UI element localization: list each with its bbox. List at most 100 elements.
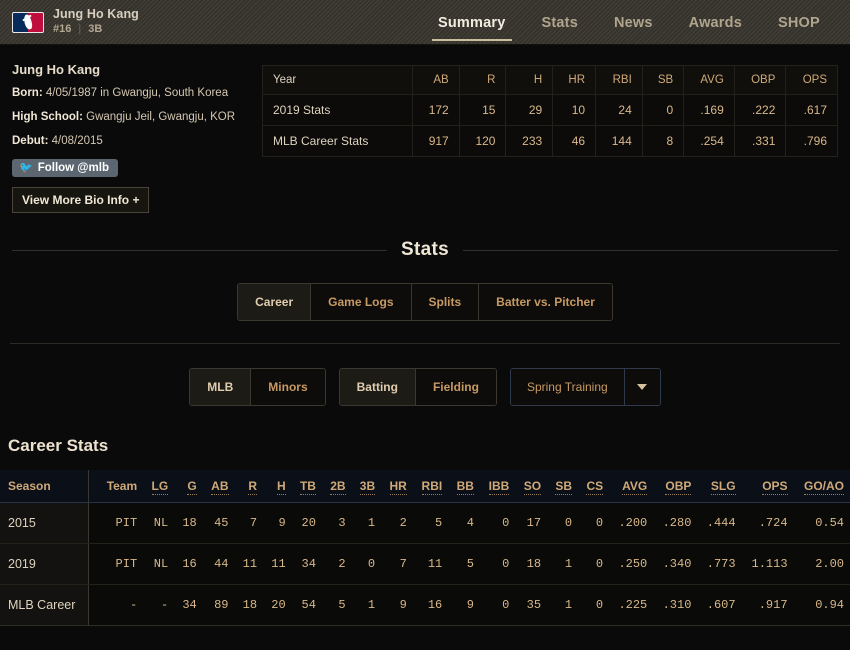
summary-col-rbi: RBI [595,65,643,95]
career-col-season[interactable]: Season [0,470,89,504]
career-col-ab[interactable]: AB [202,470,235,504]
summary-cell: 2019 Stats [262,94,413,126]
summary-cell: 144 [595,125,643,157]
tab-mlb[interactable]: MLB [190,369,252,406]
nav-item-summary[interactable]: Summary [420,0,524,45]
bio-born-value: 4/05/1987 in Gwangju, South Korea [45,87,229,99]
nav-item-stats[interactable]: Stats [524,0,596,45]
summary-table-head: Year AB R H HR RBI SB AVG OBP OPS [262,65,838,95]
mlb-logo-icon[interactable] [12,11,44,33]
summary-cell: 29 [505,94,554,126]
career-cell: 1.113 [741,543,794,586]
career-cell: 3 [321,502,352,545]
summary-cell: .222 [733,94,787,126]
career-cell: 45 [202,502,235,545]
tab-game-logs[interactable]: Game Logs [311,284,412,321]
career-col-slg[interactable]: SLG [697,470,742,504]
player-brand[interactable]: Jung Ho Kang #16 | 3B [0,7,139,37]
chevron-down-icon[interactable] [623,369,660,406]
career-col-rbi[interactable]: RBI [412,470,449,504]
career-cell: 5 [412,502,449,545]
follow-twitter-button[interactable]: 🐦 Follow @mlb [12,159,118,178]
career-col-g[interactable]: G [174,470,203,504]
career-cell: 5 [321,584,352,627]
career-cell: 9 [263,502,292,545]
career-cell: 9 [448,584,480,627]
career-cell: 1 [547,584,579,627]
view-more-bio-button[interactable]: View More Bio Info + [12,187,150,214]
career-cell: 2 [381,502,413,545]
primary-tab-group: Career Game Logs Splits Batter vs. Pitch… [237,283,613,322]
career-col-3b[interactable]: 3B [351,470,382,504]
bio-summary-section: Jung Ho Kang Born: 4/05/1987 in Gwangju,… [0,45,850,214]
career-cell: 1 [351,584,382,627]
summary-col-year: Year [262,65,413,95]
career-col-so[interactable]: SO [515,470,548,504]
table-row: 2019 Stats 172 15 29 10 24 0 .169 .222 .… [262,94,838,126]
career-cell: 2.00 [793,543,850,586]
meta-divider: | [78,23,82,36]
career-cell: 18 [174,502,203,545]
tab-splits[interactable]: Splits [411,284,480,321]
bio-born-label: Born: [12,87,43,99]
career-col-sb[interactable]: SB [547,470,579,504]
bio-born: Born: 4/05/1987 in Gwangju, South Korea [12,86,252,101]
career-cell: .250 [609,543,654,586]
nav-item-shop[interactable]: SHOP [760,0,838,45]
career-stats-table: Season Team LG G AB R H TB 2B 3B HR RBI … [0,470,850,627]
career-col-cs[interactable]: CS [578,470,610,504]
career-col-lg[interactable]: LG [143,470,175,504]
season-type-dropdown[interactable]: Spring Training [509,368,661,407]
career-table-body: 2015 PIT NL 18 45 7 9 20 3 1 2 5 4 0 17 … [0,502,850,627]
stats-divider [10,343,840,345]
career-col-avg[interactable]: AVG [609,470,654,504]
player-identity: Jung Ho Kang #16 | 3B [53,7,139,37]
twitter-bird-icon: 🐦 [19,161,33,174]
career-col-bb[interactable]: BB [448,470,480,504]
career-col-r[interactable]: R [234,470,264,504]
career-cell: 11 [263,543,292,586]
table-row: 2019 PIT NL 16 44 11 11 34 2 0 7 11 5 0 … [0,543,850,586]
table-row: MLB Career Stats 917 120 233 46 144 8 .2… [262,125,838,157]
bio-high-school-label: High School: [12,110,83,123]
career-col-h[interactable]: H [263,470,292,504]
career-col-obp[interactable]: OBP [653,470,698,504]
tab-batter-vs-pitcher[interactable]: Batter vs. Pitcher [479,284,612,321]
career-cell: NL [143,543,175,586]
main-nav: Summary Stats News Awards SHOP [420,0,838,45]
heading-rule-right [462,249,838,251]
nav-item-news[interactable]: News [596,0,671,45]
nav-item-awards[interactable]: Awards [671,0,760,45]
tab-minors[interactable]: Minors [251,369,325,406]
bio-debut-value: 4/08/2015 [51,134,103,147]
career-col-team[interactable]: Team [88,470,144,504]
bio-panel: Jung Ho Kang Born: 4/05/1987 in Gwangju,… [12,59,252,214]
page-content: Jung Ho Kang Born: 4/05/1987 in Gwangju,… [0,45,850,627]
career-col-hr[interactable]: HR [381,470,413,504]
season-type-dropdown-label[interactable]: Spring Training [510,369,624,406]
career-col-2b[interactable]: 2B [321,470,352,504]
summary-cell: .617 [785,94,838,126]
summary-cell: MLB Career Stats [262,125,413,157]
stats-filters-row: MLB Minors Batting Fielding Spring Train… [0,368,850,407]
primary-tabs-row: Career Game Logs Splits Batter vs. Pitch… [0,283,850,322]
tab-career[interactable]: Career [238,284,312,321]
career-col-go-ao[interactable]: GO/AO [793,470,850,504]
career-cell: 20 [263,584,292,627]
summary-col-r: R [458,65,507,95]
bio-high-school: High School: Gwangju Jeil, Gwangju, KOR [12,110,252,125]
career-cell: 7 [234,502,264,545]
career-col-ibb[interactable]: IBB [479,470,516,504]
career-cell: 0.54 [793,502,850,545]
career-cell: .607 [697,584,742,627]
heading-rule-left [12,249,388,251]
header-player-meta: #16 | 3B [53,23,139,37]
career-cell: - [143,584,175,627]
career-col-ops[interactable]: OPS [741,470,794,504]
career-cell: 89 [202,584,235,627]
tab-fielding[interactable]: Fielding [415,369,496,406]
career-cell: 34 [291,543,322,586]
career-col-tb[interactable]: TB [291,470,322,504]
career-cell: 11 [412,543,449,586]
tab-batting[interactable]: Batting [339,369,416,406]
